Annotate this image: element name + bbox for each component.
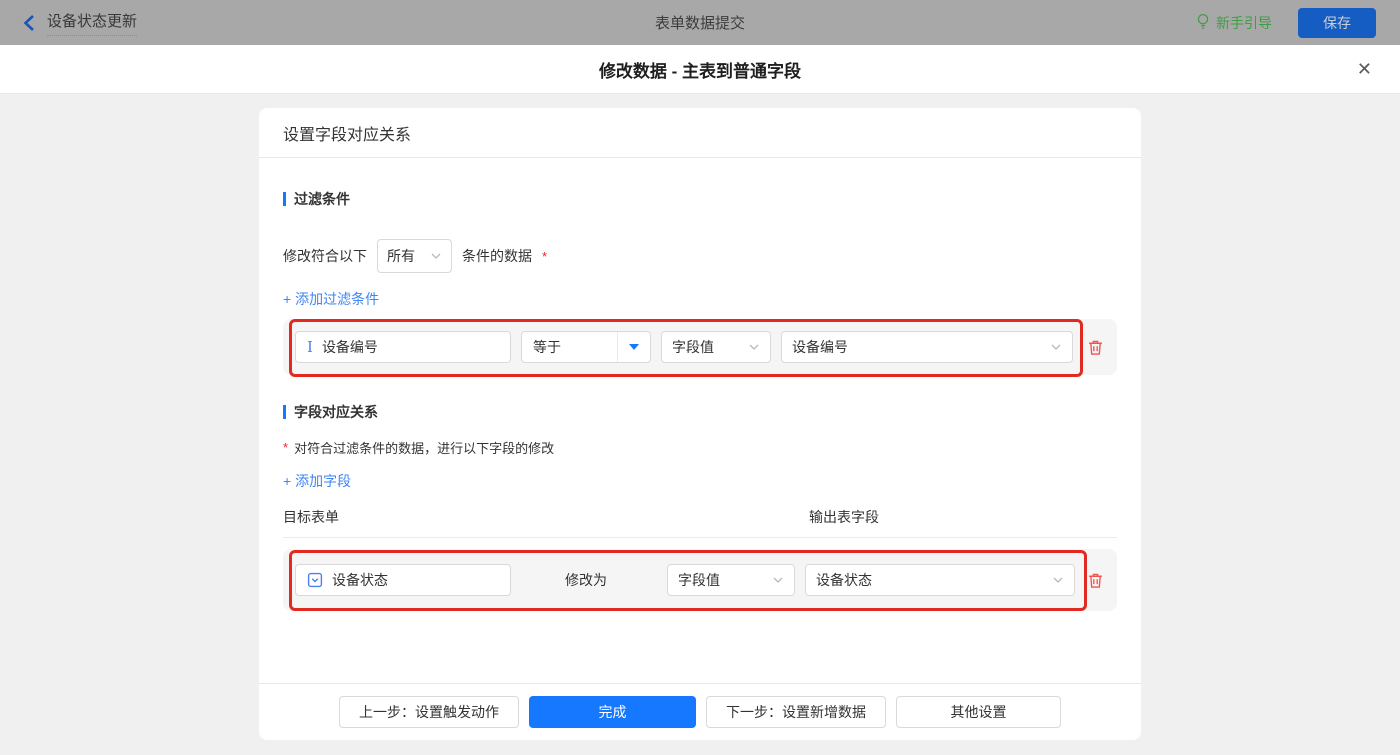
chevron-down-icon	[1053, 577, 1063, 583]
operator-select[interactable]: 等于	[521, 331, 651, 363]
workflow-title[interactable]: 设备状态更新	[47, 10, 138, 36]
delete-row-button[interactable]	[1087, 572, 1104, 589]
output-field-select[interactable]: 设备状态	[805, 564, 1075, 596]
value-type-select[interactable]: 字段值	[667, 564, 795, 596]
target-field-input[interactable]: 设备状态	[295, 564, 511, 596]
condition-prefix-label: 修改符合以下	[283, 248, 367, 264]
delete-row-button[interactable]	[1087, 339, 1104, 356]
value-type-select[interactable]: 字段值	[661, 331, 771, 363]
card-footer: 上一步：设置触发动作 完成 下一步：设置新增数据 其他设置	[259, 683, 1141, 740]
beginner-guide-link[interactable]: 新手引导	[1196, 13, 1272, 33]
back-icon[interactable]	[22, 14, 35, 32]
lightbulb-icon	[1196, 13, 1210, 33]
close-icon[interactable]: ✕	[1357, 60, 1372, 78]
filter-condition-row: I 设备编号 等于 字段值 设备编号	[283, 319, 1117, 377]
filter-section-heading: 过滤条件	[283, 189, 1117, 209]
next-step-button[interactable]: 下一步：设置新增数据	[706, 696, 886, 728]
mapping-section-heading: 字段对应关系	[283, 402, 1117, 422]
section-accent-bar	[283, 405, 286, 419]
select-field-icon	[307, 572, 323, 588]
required-mark: *	[542, 248, 548, 264]
chevron-down-icon	[749, 344, 759, 350]
condition-suffix-label: 条件的数据	[462, 248, 532, 264]
beginner-guide-label: 新手引导	[1216, 14, 1272, 31]
mapping-description: 对符合过滤条件的数据，进行以下字段的修改	[294, 441, 555, 456]
text-field-icon: I	[307, 337, 313, 356]
add-field-link[interactable]: + 添加字段	[283, 471, 351, 491]
card-title: 设置字段对应关系	[283, 126, 412, 144]
save-button[interactable]: 保存	[1298, 7, 1376, 38]
section-accent-bar	[283, 192, 286, 206]
page-title: 表单数据提交	[654, 15, 746, 32]
top-bar: 设备状态更新 表单数据提交 新手引导 保存	[0, 0, 1400, 45]
mapping-description-line: * 对符合过滤条件的数据，进行以下字段的修改	[283, 438, 1117, 457]
filter-field-input[interactable]: I 设备编号	[295, 331, 511, 363]
match-mode-select[interactable]: 所有	[377, 239, 452, 273]
required-mark: *	[283, 440, 289, 455]
dialog-title: 修改数据 - 主表到普通字段	[598, 61, 802, 81]
dialog-body: 设置字段对应关系 过滤条件 修改符合以下 所有 条件的数据 * + 添加过滤条件	[0, 94, 1400, 755]
filter-condition-line: 修改符合以下 所有 条件的数据 *	[283, 239, 1117, 273]
chevron-down-icon	[431, 253, 441, 259]
mapping-column-headers: 目标表单 输出表字段	[283, 507, 1117, 538]
operator-dropdown-button[interactable]	[617, 332, 650, 362]
card-header: 设置字段对应关系	[259, 108, 1141, 158]
settings-card: 设置字段对应关系 过滤条件 修改符合以下 所有 条件的数据 * + 添加过滤条件	[259, 108, 1141, 740]
trash-icon	[1089, 340, 1102, 355]
modify-to-label: 修改为	[565, 572, 607, 588]
add-filter-condition-link[interactable]: + 添加过滤条件	[283, 289, 379, 309]
field-mapping-row: 设备状态 修改为 字段值 设备状态	[283, 549, 1117, 611]
done-button[interactable]: 完成	[529, 696, 696, 728]
chevron-down-icon	[1051, 344, 1061, 350]
trash-icon	[1089, 573, 1102, 588]
other-settings-button[interactable]: 其他设置	[896, 696, 1061, 728]
chevron-down-icon	[773, 577, 783, 583]
value-field-select[interactable]: 设备编号	[781, 331, 1073, 363]
previous-step-button[interactable]: 上一步：设置触发动作	[339, 696, 519, 728]
dialog-header: 修改数据 - 主表到普通字段 ✕	[0, 45, 1400, 94]
triangle-down-icon	[629, 344, 639, 350]
output-field-column-header: 输出表字段	[809, 509, 879, 525]
target-form-column-header: 目标表单	[283, 509, 339, 525]
